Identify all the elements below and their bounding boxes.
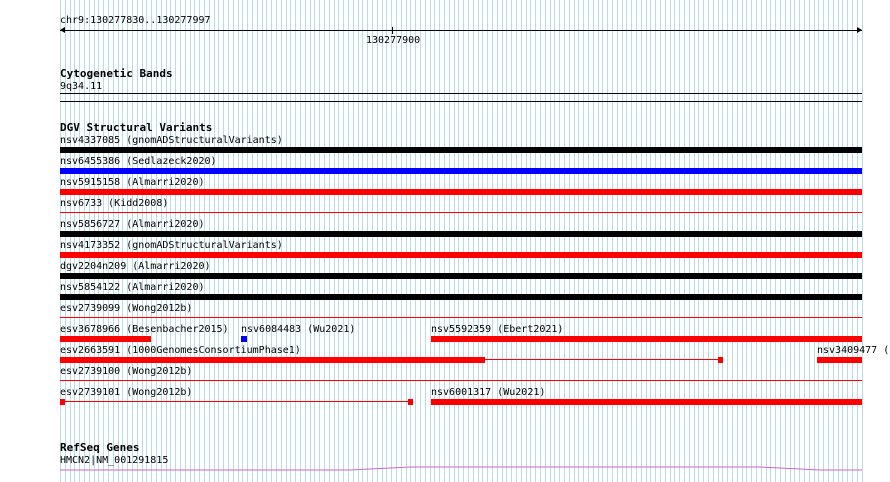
ruler-axis[interactable] [60, 30, 862, 31]
cytoband-label: 9q34.11 [60, 81, 103, 92]
feature-intron [65, 401, 408, 402]
feature-bar[interactable] [60, 252, 862, 258]
feature-bar[interactable] [60, 168, 862, 174]
feature-label: nsv6455386 (Sedlazeck2020) [60, 156, 217, 167]
feature-bar[interactable] [60, 336, 151, 342]
feature-label: nsv4173352 (gnomADStructuralVariants) [60, 240, 283, 251]
feature-label: nsv5592359 (Ebert2021) [431, 324, 564, 335]
feature-exon[interactable] [60, 399, 65, 405]
feature-exon[interactable] [718, 357, 723, 363]
feature-bar[interactable] [60, 273, 862, 279]
feature-label: esv2739101 (Wong2012b) [60, 387, 193, 398]
feature-label: esv2739100 (Wong2012b) [60, 366, 193, 377]
feature-label: nsv6001317 (Wu2021) [431, 387, 546, 398]
feature-label: nsv4337085 (gnomADStructuralVariants) [60, 135, 283, 146]
feature-bar[interactable] [60, 212, 862, 213]
feature-exon[interactable] [60, 357, 485, 363]
gene-model[interactable] [60, 462, 862, 472]
feature-label: nsv6084483 (Wu2021) [241, 324, 356, 335]
feature-label: dgv2204n209 (Almarri2020) [60, 261, 211, 272]
feature-bar[interactable] [60, 189, 862, 195]
track-divider [60, 101, 862, 102]
feature-label: nsv6733 (Kidd2008) [60, 198, 169, 209]
feature-bar[interactable] [817, 357, 862, 363]
cytoband-band[interactable] [60, 93, 862, 94]
feature-intron [485, 359, 718, 360]
dgv-track-title[interactable]: DGV Structural Variants [60, 122, 212, 134]
ruler-left-arrow [60, 27, 65, 33]
feature-exon[interactable] [408, 399, 413, 405]
feature-label: nsv5854122 (Almarri2020) [60, 282, 205, 293]
feature-bar[interactable] [60, 380, 862, 381]
feature-label: esv3678966 (Besenbacher2015) [60, 324, 229, 335]
ruler-tick-label: 130277900 [366, 35, 421, 46]
cytoband-track-title[interactable]: Cytogenetic Bands [60, 68, 173, 80]
feature-bar[interactable] [431, 399, 862, 405]
feature-label: esv2663591 (1000GenomesConsortiumPhase1) [60, 345, 301, 356]
feature-label: nsv5856727 (Almarri2020) [60, 219, 205, 230]
refseq-track-title[interactable]: RefSeq Genes [60, 442, 139, 454]
feature-bar[interactable] [241, 336, 247, 342]
feature-bar[interactable] [60, 317, 862, 318]
ruler-tick [392, 27, 393, 34]
feature-bar[interactable] [60, 147, 862, 153]
ruler-right-arrow [857, 27, 862, 33]
feature-bar[interactable] [431, 336, 862, 342]
feature-bar[interactable] [60, 294, 862, 300]
feature-bar[interactable] [60, 231, 862, 237]
region-label: chr9:130277830..130277997 [60, 15, 211, 26]
feature-label: esv2739099 (Wong2012b) [60, 303, 193, 314]
feature-label: nsv3409477 ( [817, 345, 890, 356]
feature-label: nsv5915158 (Almarri2020) [60, 177, 205, 188]
